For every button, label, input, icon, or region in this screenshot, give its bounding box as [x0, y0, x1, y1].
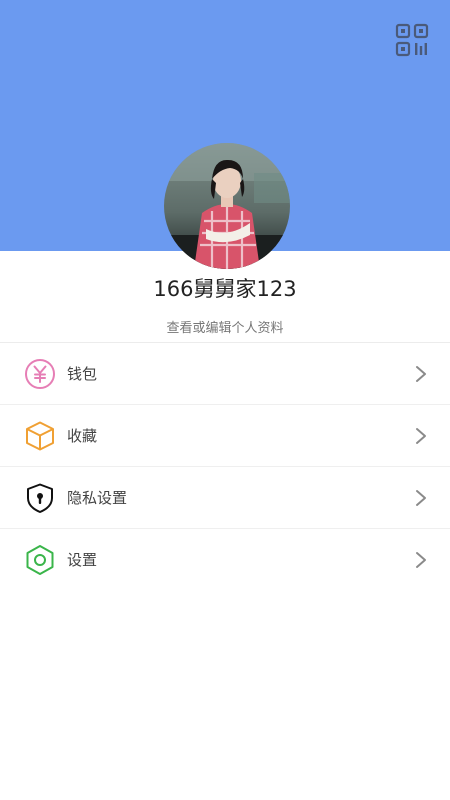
chevron-right-icon [416, 428, 426, 444]
menu-item-label: 收藏 [67, 427, 98, 445]
chevron-right-icon [416, 490, 426, 506]
menu-item-favorites[interactable]: 收藏 [0, 405, 450, 467]
qr-code-button[interactable] [394, 22, 430, 58]
chevron-right-icon [416, 366, 426, 382]
yuan-circle-icon [25, 359, 55, 389]
menu-list: 钱包 收藏 隐私设置 设置 [0, 343, 450, 591]
hexagon-gear-icon [26, 545, 54, 575]
box-icon [26, 421, 54, 451]
shield-lock-icon [27, 483, 53, 513]
chevron-right-icon [416, 552, 426, 568]
edit-profile-link[interactable]: 查看或编辑个人资料 [0, 317, 450, 336]
menu-item-label: 设置 [67, 551, 98, 569]
menu-item-label: 隐私设置 [67, 489, 128, 507]
avatar[interactable] [164, 143, 290, 269]
menu-item-label: 钱包 [67, 365, 98, 383]
menu-item-wallet[interactable]: 钱包 [0, 343, 450, 405]
menu-item-privacy-settings[interactable]: 隐私设置 [0, 467, 450, 529]
username: 166舅舅家123 [153, 277, 297, 301]
qr-code-icon [395, 23, 429, 57]
menu-item-settings[interactable]: 设置 [0, 529, 450, 591]
avatar-photo [164, 143, 290, 269]
